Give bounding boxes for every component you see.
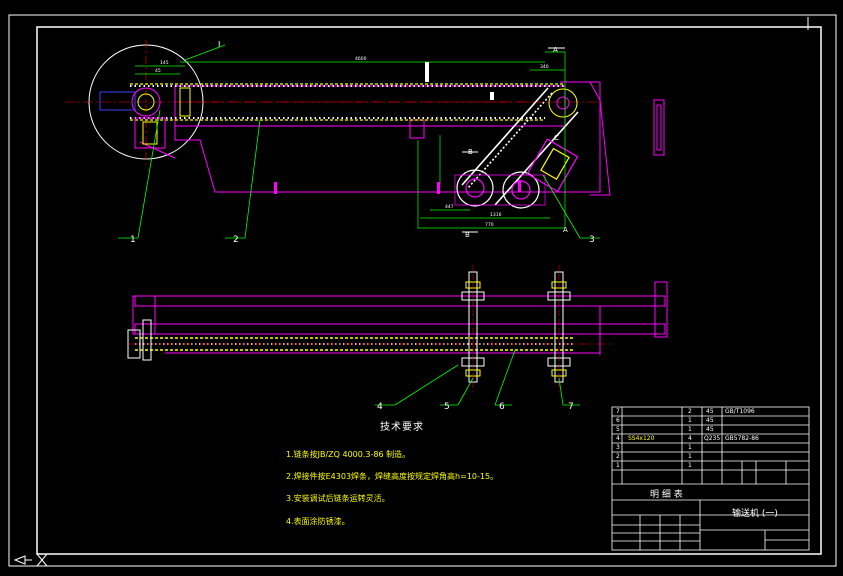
bom-row-qty: 1 bbox=[688, 417, 692, 424]
svg-text:1316: 1316 bbox=[490, 212, 502, 218]
bom-row-code: SS4x120 bbox=[628, 435, 655, 442]
ucs-marker bbox=[13, 553, 48, 567]
lower-sprockets bbox=[454, 138, 579, 209]
callout-5: 5 bbox=[444, 402, 450, 412]
frame-top-view bbox=[139, 81, 665, 196]
bom-row-no: 3 bbox=[616, 444, 620, 451]
callout-1: 1 bbox=[130, 235, 136, 245]
shaft-left bbox=[461, 265, 485, 392]
list-title: 明 细 表 bbox=[650, 490, 683, 500]
bom-row-std: GB/T1096 bbox=[725, 408, 755, 415]
section-mark-a-top: A bbox=[553, 46, 558, 54]
bom-row-no: 6 bbox=[616, 417, 620, 424]
bom-row-no: 1 bbox=[616, 462, 620, 469]
tail-sprocket bbox=[548, 88, 578, 118]
head-shaft bbox=[127, 319, 152, 361]
callout-3: 3 bbox=[589, 235, 595, 245]
requirement-1: 1.链条按JB/ZQ 4000.3-86 制造。 bbox=[286, 450, 411, 459]
cad-drawing: 45 145 4600 340 770 1316 447 I A A B B C bbox=[8, 14, 837, 567]
drawing-title: 输送机 (一) bbox=[732, 509, 778, 519]
bom-row-mat: 45 bbox=[706, 417, 714, 424]
svg-text:45: 45 bbox=[155, 68, 161, 74]
bom-row-mat: 45 bbox=[706, 426, 714, 433]
bom-row-mat: 45 bbox=[706, 408, 714, 415]
bom-row-qty: 1 bbox=[688, 426, 692, 433]
bom-row-no: 5 bbox=[616, 426, 620, 433]
callout-7: 7 bbox=[568, 402, 574, 412]
bom-row-qty: 1 bbox=[688, 453, 692, 460]
section-mark-a-bot: A bbox=[563, 226, 568, 234]
requirement-2: 2.焊接件按E4303焊条，焊缝高度按规定焊角高h=10-15。 bbox=[286, 472, 499, 481]
callout-6: 6 bbox=[499, 402, 505, 412]
bom-row-no: 7 bbox=[616, 408, 620, 415]
svg-text:4600: 4600 bbox=[355, 56, 367, 62]
callout-2: 2 bbox=[233, 235, 239, 245]
svg-text:145: 145 bbox=[160, 60, 169, 66]
requirement-3: 3.安装调试后链条运转灵活。 bbox=[286, 494, 390, 503]
bom-row-qty: 4 bbox=[688, 435, 692, 442]
section-mark-c: C bbox=[554, 134, 559, 142]
svg-text:770: 770 bbox=[485, 222, 494, 228]
bom-row-std: GB5782-86 bbox=[725, 435, 759, 442]
bom-row-qty: 1 bbox=[688, 462, 692, 469]
svg-text:340: 340 bbox=[540, 64, 549, 70]
bom-row-no: 4 bbox=[616, 435, 620, 442]
bom-row-qty: 2 bbox=[688, 408, 692, 415]
shaft-right bbox=[547, 265, 571, 392]
bom-row-mat: Q235 bbox=[704, 435, 721, 442]
bom-row-no: 2 bbox=[616, 453, 620, 460]
tech-requirements-title: 技术要求 bbox=[380, 422, 424, 433]
requirement-4: 4.表面涂防锈漆。 bbox=[286, 517, 350, 526]
bom-row-qty: 1 bbox=[688, 444, 692, 451]
svg-text:447: 447 bbox=[445, 204, 454, 210]
callout-4: 4 bbox=[377, 402, 383, 412]
